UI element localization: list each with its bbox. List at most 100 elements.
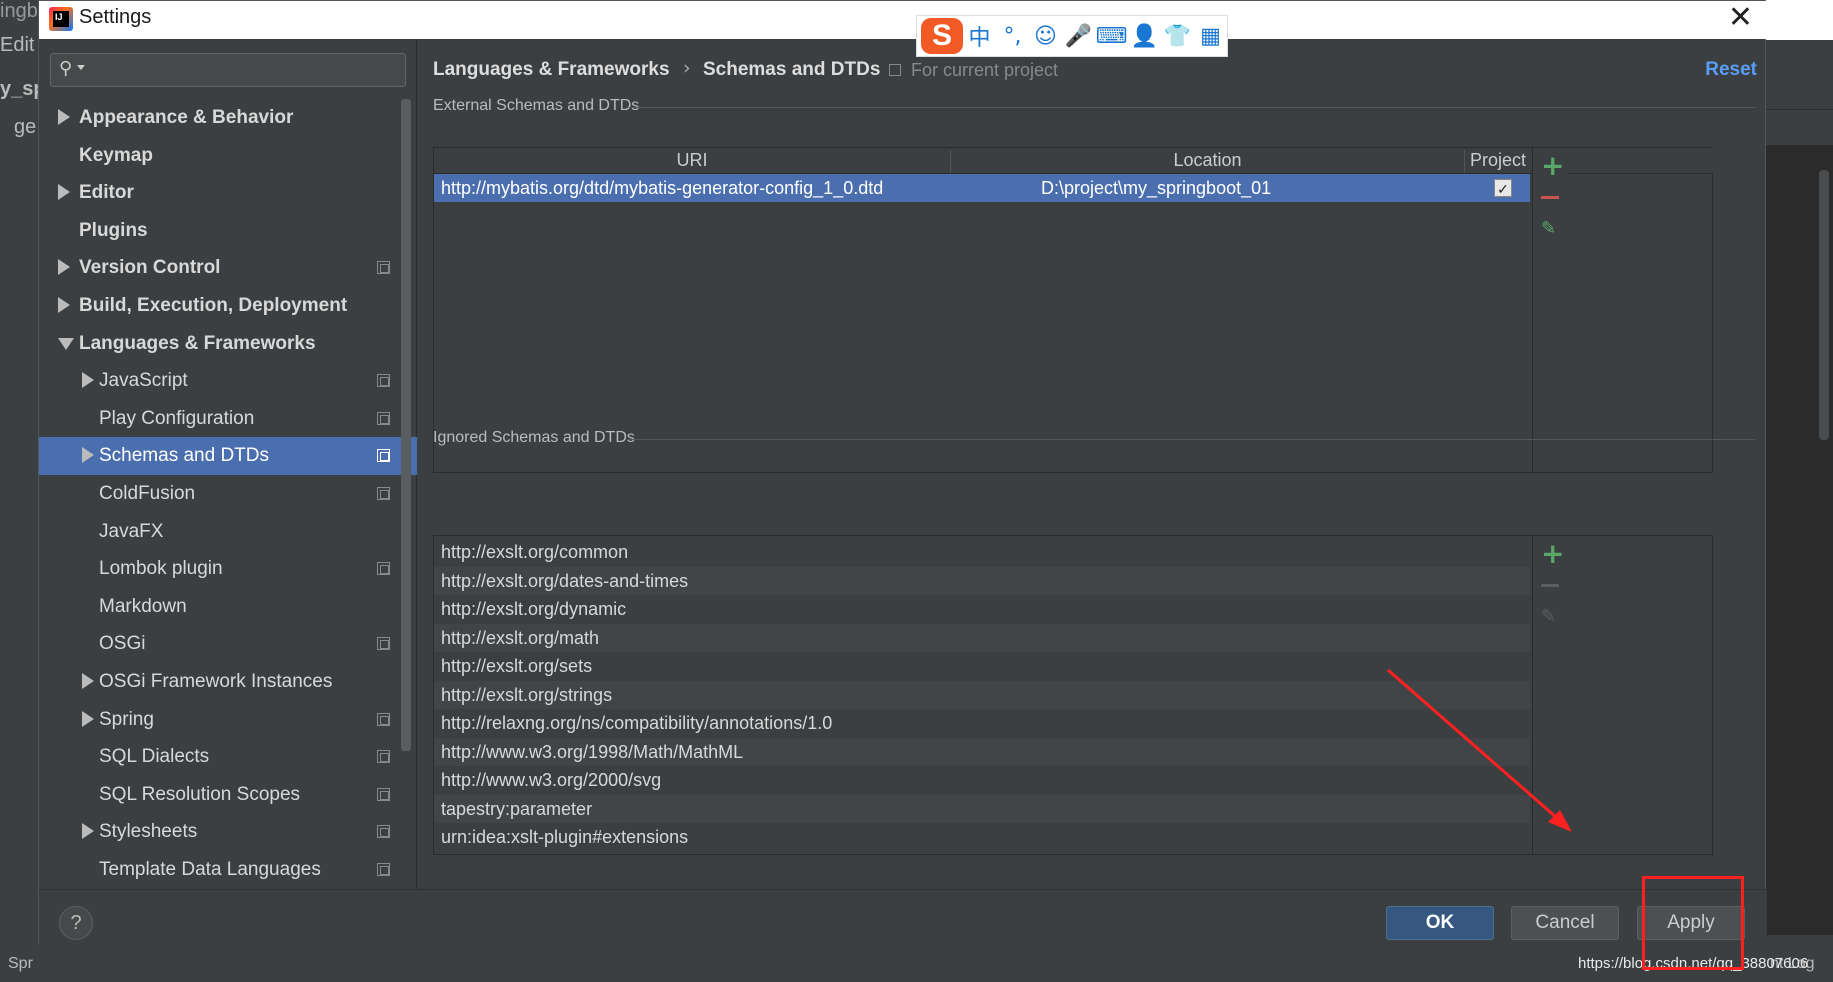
skin-icon[interactable]: 👕 — [1161, 24, 1194, 49]
ignored-uri: http://exslt.org/dynamic — [441, 599, 627, 619]
project-scope-icon — [377, 562, 390, 576]
list-item[interactable]: http://exslt.org/dynamic — [434, 595, 1530, 623]
chevron-right-icon[interactable] — [82, 447, 94, 464]
sidebar-item[interactable]: Build, Execution, Deployment — [39, 287, 417, 325]
sidebar-scrollbar[interactable] — [401, 99, 411, 751]
emoji-icon[interactable]: ☺ — [1029, 24, 1062, 49]
dialog-titlebar[interactable]: IJ Settings ✕ — [39, 1, 1767, 39]
project-scope-icon — [377, 787, 390, 801]
sidebar-item-label: OSGi Framework Instances — [99, 671, 333, 692]
sogou-logo-icon[interactable]: S — [921, 18, 963, 54]
list-item[interactable]: http://relaxng.org/ns/compatibility/anno… — [434, 709, 1530, 737]
sidebar-item[interactable]: Languages & Frameworks — [39, 325, 417, 363]
chevron-right-icon[interactable] — [82, 710, 94, 727]
remove-icon[interactable] — [1541, 196, 1559, 199]
list-item[interactable]: http://exslt.org/common — [434, 538, 1530, 566]
project-scope-icon — [377, 750, 390, 764]
ide-right-scrollbar[interactable] — [1819, 170, 1829, 440]
project-checkbox[interactable]: ✓ — [1494, 179, 1512, 197]
chevron-right-icon[interactable] — [82, 673, 94, 689]
ide-right-titlebar — [1766, 0, 1833, 40]
list-item[interactable]: http://exslt.org/sets — [434, 652, 1530, 680]
breadcrumb-parent[interactable]: Languages & Frameworks — [433, 59, 670, 81]
column-header-location[interactable]: Location — [951, 150, 1464, 171]
sidebar-item[interactable]: Spring — [39, 701, 417, 739]
list-item[interactable]: http://exslt.org/dates-and-times — [434, 566, 1530, 595]
sidebar-item[interactable]: OSGi — [39, 625, 417, 663]
keyboard-icon[interactable]: ⌨ — [1095, 24, 1128, 49]
chinese-mode-icon[interactable]: 中 — [963, 20, 996, 52]
sidebar-item[interactable]: SQL Resolution Scopes — [39, 776, 417, 814]
sidebar-item[interactable]: Plugins — [39, 212, 417, 250]
sidebar-item-label: Version Control — [79, 257, 221, 279]
chevron-right-icon[interactable] — [58, 184, 70, 201]
external-schemas-table: URI Location Project http://mybatis.org/… — [433, 147, 1714, 473]
ignored-uri: http://exslt.org/common — [441, 542, 629, 562]
chevron-right-icon[interactable] — [82, 372, 94, 389]
section-divider — [629, 439, 1755, 440]
sidebar-item[interactable]: ColdFusion — [39, 475, 417, 513]
list-item[interactable]: http://www.w3.org/1998/Math/MathML — [434, 737, 1530, 766]
intellij-icon: IJ — [49, 7, 73, 31]
ignored-uri: tapestry:parameter — [441, 798, 593, 819]
column-header-uri[interactable]: URI — [434, 150, 950, 171]
sidebar-item[interactable]: Lombok plugin — [39, 550, 417, 588]
row-location: D:\project\my_springboot_01 — [1041, 178, 1272, 198]
sidebar-item[interactable]: Template Data Languages — [39, 851, 417, 889]
ignored-uri: http://www.w3.org/1998/Math/MathML — [441, 741, 744, 762]
toolbox-icon[interactable]: ▦ — [1194, 24, 1227, 49]
sidebar-item[interactable]: Version Control — [39, 249, 417, 287]
sidebar-item-label: Spring — [99, 708, 154, 730]
sidebar-item-label: Stylesheets — [99, 821, 198, 843]
punctuation-icon[interactable]: °, — [996, 24, 1029, 49]
remove-icon[interactable] — [1541, 584, 1559, 587]
scope-label: For current project — [911, 60, 1059, 80]
edit-icon[interactable]: ✎ — [1541, 606, 1556, 627]
microphone-icon[interactable]: 🎤 — [1062, 24, 1095, 49]
search-history-dropdown-icon[interactable] — [77, 65, 85, 70]
sidebar-item-label: JavaFX — [99, 520, 164, 542]
search-input[interactable]: ⚲ — [50, 53, 406, 87]
add-icon[interactable]: + — [1541, 152, 1564, 180]
sidebar-item-label: Keymap — [79, 144, 153, 166]
sidebar-item[interactable]: Play Configuration — [39, 400, 417, 438]
search-icon: ⚲ — [59, 58, 73, 79]
sidebar-item[interactable]: Schemas and DTDs — [39, 437, 417, 476]
help-icon[interactable]: ? — [59, 906, 93, 940]
close-icon[interactable]: ✕ — [1728, 3, 1753, 33]
cancel-button[interactable]: Cancel — [1511, 906, 1619, 940]
list-item[interactable]: urn:idea:xslt-plugin#extensions — [434, 823, 1530, 851]
sidebar-item[interactable]: OSGi Framework Instances — [39, 663, 417, 701]
sidebar-item[interactable]: SQL Dialects — [39, 738, 417, 776]
sidebar-item-label: Schemas and DTDs — [99, 445, 270, 467]
user-icon[interactable]: 👤 — [1128, 24, 1161, 49]
sidebar-item[interactable]: Keymap — [39, 137, 417, 175]
sidebar-item[interactable]: Stylesheets — [39, 813, 417, 851]
ide-title-fragment: ingb — [0, 0, 38, 22]
edit-icon[interactable]: ✎ — [1541, 218, 1556, 239]
sidebar-item[interactable]: Markdown — [39, 588, 417, 626]
table-row[interactable]: http://mybatis.org/dtd/mybatis-generator… — [434, 174, 1530, 202]
reset-link[interactable]: Reset — [1705, 59, 1757, 81]
sidebar-item[interactable]: JavaFX — [39, 513, 417, 551]
add-icon[interactable]: + — [1541, 540, 1564, 568]
sidebar-item-label: Appearance & Behavior — [79, 107, 294, 128]
list-item[interactable]: http://exslt.org/strings — [434, 680, 1530, 709]
ok-button[interactable]: OK — [1386, 906, 1494, 940]
sidebar-item-label: Plugins — [79, 219, 148, 241]
list-item[interactable]: tapestry:parameter — [434, 794, 1530, 823]
sidebar-item[interactable]: Appearance & Behavior — [39, 99, 417, 137]
sidebar-item[interactable]: Editor — [39, 174, 417, 212]
column-header-project[interactable]: Project — [1465, 150, 1531, 171]
list-item[interactable]: http://exslt.org/math — [434, 623, 1530, 652]
chevron-right-icon[interactable] — [82, 823, 94, 840]
chevron-right-icon[interactable] — [58, 297, 70, 313]
sidebar-item[interactable]: JavaScript — [39, 362, 417, 400]
chevron-down-icon[interactable] — [58, 337, 74, 350]
chevron-right-icon[interactable] — [58, 259, 70, 276]
annotation-arrow-icon — [1387, 668, 1572, 832]
ignored-uri: urn:idea:xslt-plugin#extensions — [441, 827, 689, 847]
project-scope-icon — [377, 487, 390, 500]
list-item[interactable]: http://www.w3.org/2000/svg — [434, 766, 1530, 794]
chevron-right-icon[interactable] — [58, 109, 70, 125]
